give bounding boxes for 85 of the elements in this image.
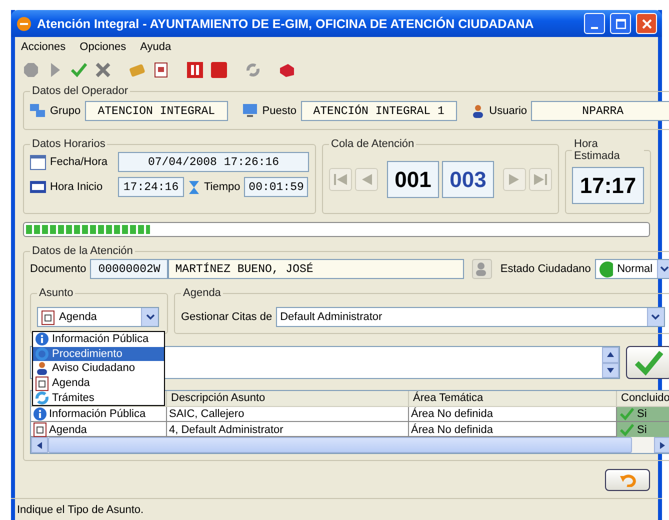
subject-dropdown[interactable]: Agenda <box>37 307 159 327</box>
concluded-cell: Si <box>617 407 669 421</box>
toolbar-exit-icon[interactable] <box>279 62 295 78</box>
concluded-cell: Si <box>617 422 669 437</box>
column-header: Descripción Asunto <box>167 391 409 406</box>
field-label: Documento <box>30 263 86 275</box>
field-label: Estado Ciudadano <box>500 263 591 275</box>
table-cell: Información Pública <box>31 407 167 421</box>
window-title: Atención Integral - AYUNTAMIENTO DE E-GIM, OFICINA DE ATENCIÓN CIUDADANA <box>37 16 535 30</box>
total-number: 003 <box>442 161 494 198</box>
caret-icon <box>660 266 669 272</box>
start-time-field: 17:24:16 <box>118 177 184 197</box>
panel-legend: Datos del Operador <box>30 85 130 97</box>
check-icon <box>620 422 634 436</box>
elapsed-time-field: 00:01:59 <box>244 177 308 197</box>
status-text: Indique el Tipo de Asunto. <box>17 504 144 516</box>
field-label: Puesto <box>262 105 296 117</box>
caret-icon <box>146 314 154 320</box>
scroll-left-icon[interactable] <box>36 442 43 448</box>
panel-legend: Asunto <box>37 287 76 299</box>
status-dropdown[interactable]: Normal <box>594 259 669 279</box>
next-icon <box>508 174 521 185</box>
last-icon <box>534 174 547 185</box>
cycle-icon <box>35 390 49 405</box>
back-button[interactable] <box>605 469 650 491</box>
field-label: Usuario <box>489 105 528 117</box>
workstation-field: ATENCIÓN INTEGRAL 1 <box>300 101 458 121</box>
cycle-icon <box>35 346 49 361</box>
document-field: 00000002W <box>90 259 168 279</box>
group-field: ATENCION INTEGRAL <box>84 101 228 121</box>
dropdown-option[interactable]: Procedimiento <box>33 346 164 362</box>
calendar-icon <box>35 376 49 391</box>
scroll-down-icon[interactable] <box>606 366 614 374</box>
previous-icon <box>360 174 373 185</box>
menu-item[interactable]: Ayuda <box>140 41 172 53</box>
clock-icon <box>30 181 46 193</box>
calendar-icon <box>41 310 55 324</box>
caret-icon <box>651 314 660 320</box>
menu-item[interactable]: Opciones <box>80 41 126 53</box>
first-icon <box>334 174 347 185</box>
datetime-field: 07/04/2008 17:26:16 <box>118 152 309 172</box>
column-header: Área Temática <box>409 391 617 406</box>
user-field: NPARRA <box>531 101 669 121</box>
close-icon <box>642 18 652 28</box>
person-icon <box>35 361 49 376</box>
panel-legend: Datos Horarios <box>30 138 108 150</box>
accept-button[interactable] <box>626 346 669 379</box>
toolbar-cancel-icon[interactable] <box>95 62 111 78</box>
name-field: MARTÍNEZ BUENO, JOSÉ <box>168 259 464 279</box>
undo-icon <box>620 473 636 487</box>
network-icon <box>30 104 46 118</box>
field-label: Hora Inicio <box>50 181 104 193</box>
person-search-icon <box>472 259 492 279</box>
toolbar-calendar-icon[interactable] <box>153 62 169 78</box>
logo-icon <box>16 16 32 32</box>
maximize-icon <box>616 18 626 28</box>
calendar-icon <box>33 422 47 437</box>
person-icon <box>471 104 486 118</box>
close-button[interactable] <box>636 13 657 34</box>
check-icon <box>620 407 634 421</box>
scroll-up-icon[interactable] <box>606 351 614 358</box>
panel-legend: Agenda <box>181 287 223 299</box>
panel-legend: Cola de Atención <box>329 138 416 150</box>
scroll-right-icon[interactable] <box>658 442 666 448</box>
minimize-icon <box>591 26 598 28</box>
panel-legend: Hora Estimada <box>572 138 644 162</box>
calendar-icon <box>30 154 46 170</box>
monitor-icon <box>242 104 258 118</box>
hourglass-icon <box>188 180 200 194</box>
field-label: Grupo <box>50 105 81 117</box>
minimize-button[interactable] <box>584 13 605 34</box>
check-icon <box>634 348 663 376</box>
panel-legend: Datos de la Atención <box>30 245 135 257</box>
field-label: Tiempo <box>204 181 240 193</box>
toolbar-accept-icon[interactable] <box>71 62 87 78</box>
menu-item[interactable]: Acciones <box>21 41 66 53</box>
horizontal-scrollbar[interactable] <box>31 437 669 453</box>
field-label: Gestionar Citas de <box>181 311 272 323</box>
current-number: 001 <box>387 161 439 198</box>
table-cell: SAIC, Callejero <box>167 407 409 421</box>
estimated-time: 17:17 <box>572 167 644 204</box>
field-label: Fecha/Hora <box>50 156 108 168</box>
maximize-button[interactable] <box>610 13 631 34</box>
toolbar-pause-icon[interactable] <box>187 62 203 78</box>
appointments-dropdown[interactable]: Default Administrator <box>276 307 665 327</box>
